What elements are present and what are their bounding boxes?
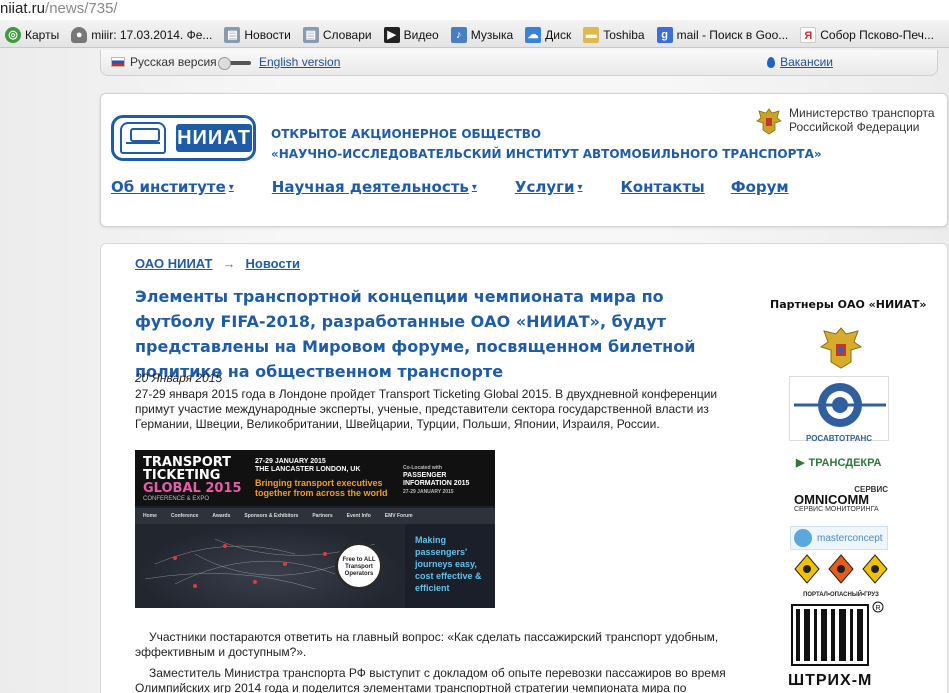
car-icon	[120, 122, 166, 154]
nav-contacts[interactable]: Контакты	[621, 178, 705, 196]
main-nav: Об институте ▾ Научная деятельность ▾ Услу…	[111, 178, 827, 196]
bookmark-sobor[interactable]: Я Собор Псково-Печ...	[800, 26, 934, 43]
disk-icon: ☁	[525, 26, 542, 43]
banner-header: TRANSPORT TICKETING GLOBAL 2015 CONFEREN…	[135, 450, 495, 506]
partners-title: Партнеры ОАО «НИИАТ»	[770, 298, 927, 311]
banner-passenger-info: Co-Located with PASSENGER INFORMATION 20…	[403, 465, 470, 495]
drop-icon	[767, 56, 776, 68]
bookmark-video[interactable]: ▶ Видео	[383, 26, 439, 43]
logo-frame: НИИАТ	[111, 115, 256, 161]
yandex-icon: Я	[800, 26, 817, 43]
partner-ministry-emblem[interactable]	[818, 324, 864, 372]
english-version-link[interactable]: English version	[259, 55, 340, 69]
bookmark-music[interactable]: ♪ Музыка	[450, 26, 513, 43]
zebra-logo-icon: R	[791, 601, 884, 666]
user-icon: ●	[71, 26, 88, 43]
article-paragraph: Заместитель Министра транспорта РФ высту…	[135, 666, 726, 693]
chevron-down-icon: ▾	[228, 181, 234, 193]
bookmark-miiir[interactable]: ● miiir: 17.03.2014. Фе...	[71, 26, 212, 43]
banner-menu: Home Conference Awards Sponsors & Exhibi…	[135, 508, 495, 524]
bookmarks-bar: ◎ Карты ● miiir: 17.03.2014. Фе... ▤ Новост…	[0, 22, 949, 48]
masterconcept-logo-icon	[794, 529, 812, 547]
bookmark-maps[interactable]: ◎ Карты	[5, 26, 59, 43]
chevron-down-icon: ▾	[577, 181, 583, 193]
nav-about[interactable]: Об институте ▾	[111, 178, 234, 196]
organization-name: ОТКРЫТОЕ АКЦИОНЕРНОЕ ОБЩЕСТВО «НАУЧНО-ИС…	[271, 127, 822, 161]
bookmark-disk[interactable]: ☁ Диск	[525, 26, 571, 43]
svg-text:R: R	[876, 605, 881, 612]
bookmark-dictionaries[interactable]: ▤ Словари	[302, 26, 372, 43]
chevron-down-icon: ▾	[471, 181, 477, 193]
arrow-right-icon: ▶	[796, 457, 805, 469]
bookmark-toshiba[interactable]: ▬ Toshiba	[583, 26, 645, 43]
address-path: /news/735/	[45, 0, 118, 17]
address-bar[interactable]: niiat.ru/news/735/	[0, 0, 949, 20]
breadcrumb-news[interactable]: Новости	[246, 256, 301, 271]
russia-flag-icon	[111, 57, 125, 67]
breadcrumb-home[interactable]: ОАО НИИАТ	[135, 256, 213, 271]
hazard-signs-icon	[794, 554, 888, 584]
nav-forum[interactable]: Форум	[731, 178, 789, 196]
nav-research[interactable]: Научная деятельность ▾	[272, 178, 477, 196]
russian-version-link[interactable]: Русская версия	[111, 55, 217, 69]
page: Русская версия English version Вакансии …	[0, 48, 949, 693]
article-date: 20 Января 2015	[135, 371, 223, 385]
page-icon: ▤	[224, 26, 241, 43]
partner-portal-dangerous-cargo[interactable]: ПОРТАЛ•ОПАСНЫЙ•ГРУЗ	[793, 553, 889, 598]
eagle-emblem-icon	[756, 108, 782, 135]
language-bar: Русская версия English version Вакансии	[100, 50, 938, 76]
bookmark-mail-search[interactable]: g mail - Поиск в Goo...	[656, 26, 788, 43]
partner-masterconcept[interactable]: masterconcept	[790, 526, 888, 550]
niiat-logo[interactable]: НИИАТ	[111, 110, 256, 166]
folder-icon: ▬	[583, 26, 600, 43]
banner-slogan: Making passengers' journeys easy, cost e…	[415, 535, 482, 593]
language-toggle[interactable]	[218, 57, 251, 70]
partner-omnicomm[interactable]: СЕРВИС OMNICOMM СЕРВИС МОНИТОРИНГА	[794, 485, 888, 515]
breadcrumb: ОАО НИИАТ → Новости	[135, 256, 300, 271]
logo-text: НИИАТ	[176, 124, 252, 152]
vacancies-link[interactable]: Вакансии	[767, 55, 833, 69]
rosavtotrans-logo-icon	[794, 383, 886, 427]
arrow-right-icon: →	[222, 256, 236, 271]
bookmark-news[interactable]: ▤ Новости	[224, 26, 291, 43]
site-header: НИИАТ ОТКРЫТОЕ АКЦИОНЕРНОЕ ОБЩЕСТВО «НАУ…	[100, 93, 948, 227]
ministry-link[interactable]: Министерство транспорта Российской Федер…	[755, 106, 935, 136]
banner-tagline: Bringing transport executives together f…	[255, 478, 388, 498]
page-icon: ▤	[302, 26, 319, 43]
address-host: niiat.ru	[0, 0, 46, 17]
event-banner-image[interactable]: TRANSPORT TICKETING GLOBAL 2015 CONFEREN…	[135, 450, 495, 608]
sound-icon: ♪	[450, 26, 467, 43]
partner-shtrih-m[interactable]: R ШТРИХ-М	[788, 601, 886, 689]
partner-rosavtotrans[interactable]: РОСАВТОТРАНС	[789, 376, 889, 443]
banner-dates: 27-29 JANUARY 2015 THE LANCASTER LONDON,…	[255, 458, 361, 473]
partner-transdekra[interactable]: ▶ ТРАНСДЕКРА	[796, 456, 881, 470]
maps-icon: ◎	[5, 26, 21, 43]
article-lead: 27-29 января 2015 года в Лондоне пройдет…	[135, 387, 718, 431]
article-paragraph: Участники постараются ответить на главны…	[135, 630, 719, 659]
article-title: Элементы транспортной концепции чемпиона…	[135, 287, 696, 381]
banner-event-name: TRANSPORT TICKETING GLOBAL 2015	[143, 455, 242, 496]
play-icon: ▶	[383, 26, 400, 43]
nav-services[interactable]: Услуги ▾	[515, 178, 583, 196]
banner-free-badge: Free to ALL Transport Operators	[335, 542, 383, 590]
google-icon: g	[656, 26, 673, 43]
